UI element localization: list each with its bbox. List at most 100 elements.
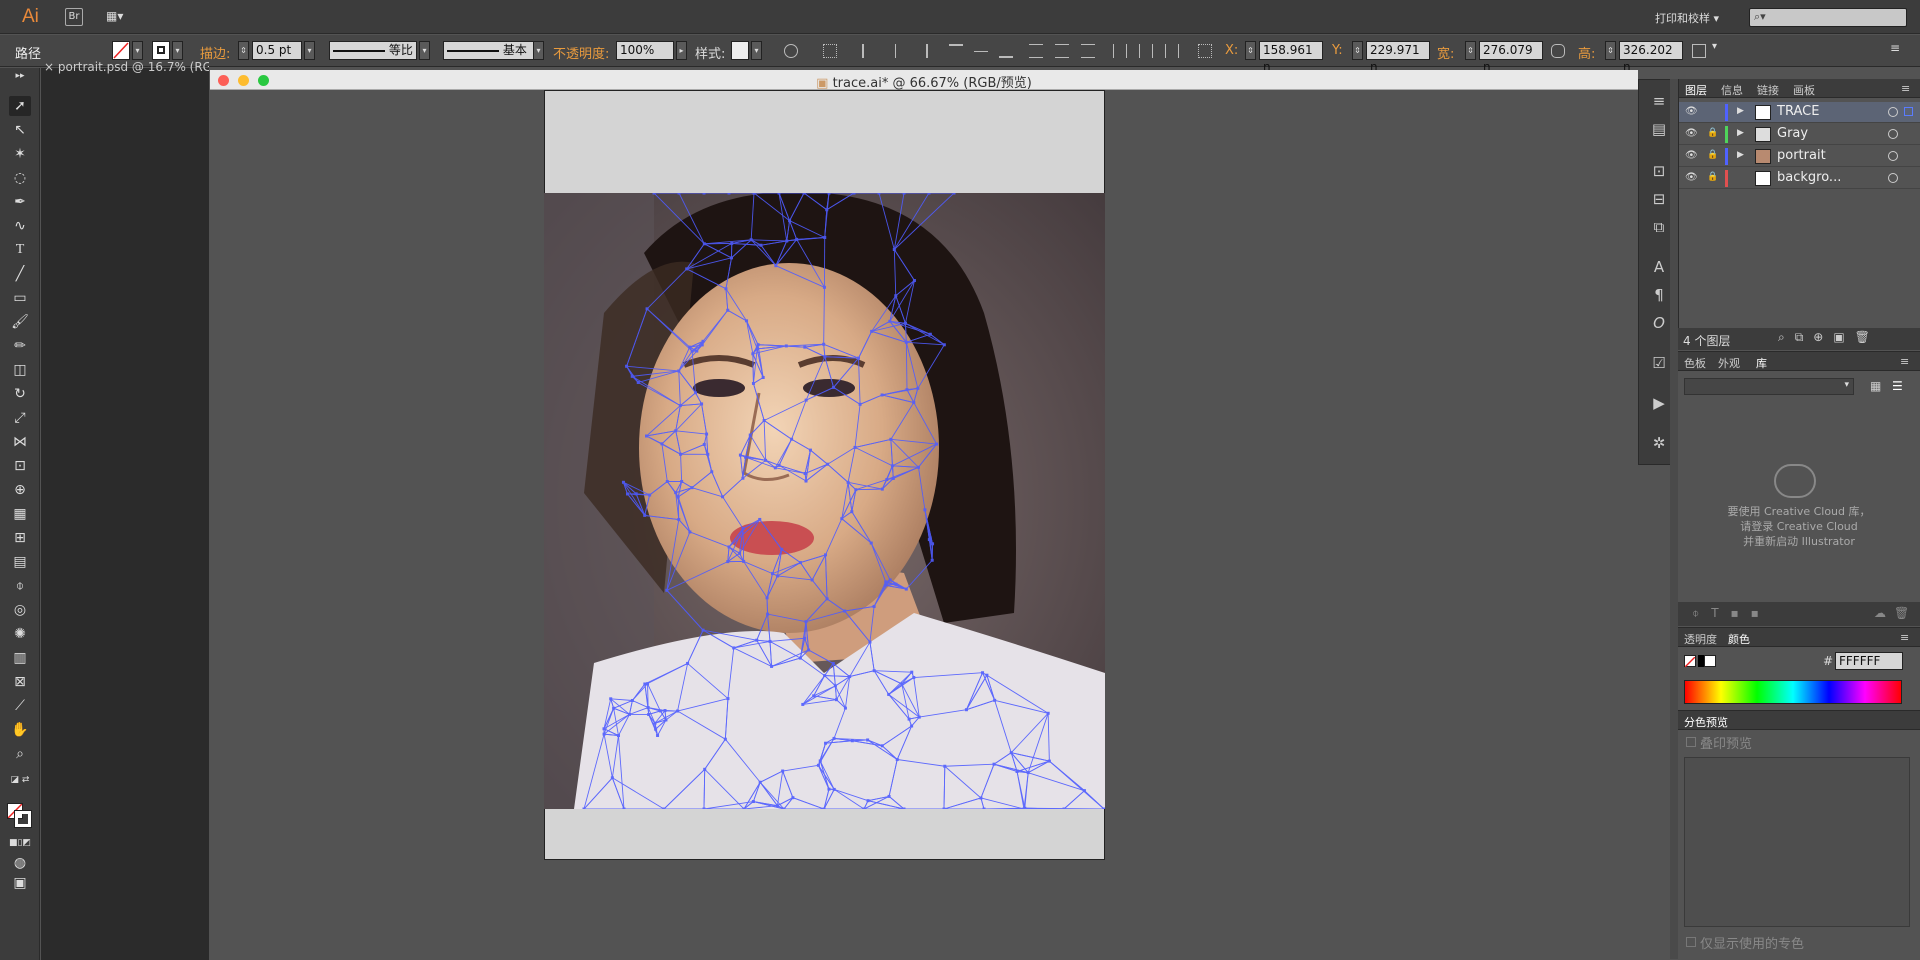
slice-tool-icon[interactable]: ⟋ <box>9 696 31 716</box>
gradient-panel-icon[interactable]: ▤ <box>1650 120 1668 138</box>
height-stepper[interactable]: ⇕ <box>1605 41 1616 60</box>
hex-input[interactable]: FFFFFF <box>1835 652 1903 670</box>
layer-actions-icons[interactable]: ⌕⧉⊕▣🗑 <box>1778 330 1880 345</box>
opacity-field[interactable]: 100% <box>616 41 674 60</box>
mesh-anchor-point[interactable] <box>702 442 706 446</box>
target-circle-icon[interactable] <box>1888 129 1898 139</box>
lasso-tool-icon[interactable]: ◌ <box>9 168 31 188</box>
paragraph-panel-icon[interactable]: ¶ <box>1650 286 1668 304</box>
expand-triangle-icon[interactable]: ▶ <box>1737 150 1744 160</box>
rectangle-tool-icon[interactable]: ▭ <box>9 288 31 308</box>
mesh-anchor-point[interactable] <box>952 193 956 195</box>
target-circle-icon[interactable] <box>1888 107 1898 117</box>
brush-definition[interactable]: 基本 <box>443 41 537 60</box>
panel-menu-icon[interactable]: ≡ <box>1900 631 1909 644</box>
eyedropper-tool-icon[interactable]: ⌽ <box>9 576 31 596</box>
pathfinder-panel-icon[interactable]: ⧉ <box>1650 218 1668 236</box>
mesh-anchor-point[interactable] <box>665 479 669 483</box>
white-swatch[interactable] <box>1704 655 1716 667</box>
spot-only-checkbox[interactable] <box>1686 937 1696 947</box>
blend-tool-icon[interactable]: ◎ <box>9 600 31 620</box>
mesh-anchor-point[interactable] <box>764 458 768 462</box>
mesh-anchor-point[interactable] <box>756 343 760 347</box>
x-stepper[interactable]: ⇕ <box>1245 41 1256 60</box>
mesh-anchor-point[interactable] <box>645 307 649 311</box>
layer-row-background[interactable]: 👁 🔒 backgro... <box>1679 168 1920 189</box>
mesh-anchor-point[interactable] <box>853 445 857 449</box>
tab-swatches[interactable]: 色板 <box>1684 355 1706 371</box>
document-info-panel-icon[interactable]: ☑ <box>1650 354 1668 372</box>
target-circle-icon[interactable] <box>1888 151 1898 161</box>
bridge-button[interactable]: Br <box>65 8 83 26</box>
mesh-anchor-point[interactable] <box>700 343 704 347</box>
arrange-documents-button[interactable]: ▦▾ <box>106 9 134 25</box>
selection-indicator[interactable] <box>1904 107 1913 116</box>
tab-separations-preview[interactable]: 分色预览 <box>1684 714 1728 730</box>
color-spectrum[interactable] <box>1684 680 1902 704</box>
distribute-top-icon[interactable] <box>1029 44 1043 58</box>
lock-icon[interactable]: 🔒 <box>1707 172 1718 182</box>
mesh-anchor-point[interactable] <box>831 662 835 666</box>
visibility-eye-icon[interactable]: 👁 <box>1685 106 1698 117</box>
stroke-stepper[interactable]: ⇕ <box>238 41 249 60</box>
mesh-anchor-point[interactable] <box>621 480 625 484</box>
mesh-anchor-point[interactable] <box>912 279 916 283</box>
tab-appearance[interactable]: 外观 <box>1718 355 1740 371</box>
panel-dock-scrollbar[interactable] <box>1670 79 1678 959</box>
portrait-image[interactable] <box>544 193 1105 809</box>
mesh-anchor-point[interactable] <box>721 495 725 499</box>
stroke-panel-icon[interactable]: ≡ <box>1650 92 1668 110</box>
mesh-anchor-point[interactable] <box>804 398 808 402</box>
default-colors-icon[interactable]: ◪ ⇄ <box>9 770 31 790</box>
mesh-anchor-point[interactable] <box>781 769 785 773</box>
layer-row-portrait[interactable]: 👁 🔒 ▶ portrait <box>1679 146 1920 167</box>
x-field[interactable]: 158.961 n <box>1259 41 1323 74</box>
mesh-anchor-point[interactable] <box>916 386 920 390</box>
transform-panel-icon[interactable]: ⊡ <box>1650 162 1668 180</box>
height-field[interactable]: 326.202 n <box>1619 41 1683 74</box>
align-bottom-icon[interactable] <box>999 44 1013 58</box>
mesh-anchor-point[interactable] <box>910 724 914 728</box>
panel-menu-icon[interactable]: ≡ <box>1900 355 1909 368</box>
tab-info[interactable]: 信息 <box>1721 82 1743 98</box>
distribute-bottom-icon[interactable] <box>1081 44 1095 58</box>
mesh-anchor-point[interactable] <box>771 572 775 576</box>
gradient-tool-icon[interactable]: ▤ <box>9 552 31 572</box>
tab-portrait[interactable]: × portrait.psd @ 16.7% (RG <box>44 60 209 74</box>
mesh-anchor-point[interactable] <box>676 709 680 713</box>
drawing-mode-icon[interactable]: ◍ <box>9 853 31 873</box>
recolor-icon[interactable] <box>784 44 798 58</box>
distribute-middle-icon[interactable] <box>1055 44 1069 58</box>
type-tool-icon[interactable]: T <box>9 240 31 260</box>
width-stepper[interactable]: ⇕ <box>1465 41 1476 60</box>
tab-layers[interactable]: 图层 <box>1685 82 1707 98</box>
eraser-tool-icon[interactable]: ◫ <box>9 360 31 380</box>
shape-builder-tool-icon[interactable]: ⊕ <box>9 480 31 500</box>
panel-menu-icon[interactable]: ≡ <box>1890 41 1900 55</box>
transform-options-icon[interactable] <box>1692 44 1706 58</box>
graphic-style-dropdown[interactable]: ▾ <box>751 41 762 60</box>
width-field[interactable]: 276.079 n <box>1479 41 1543 74</box>
stroke-dropdown[interactable]: ▾ <box>172 41 183 60</box>
mesh-anchor-point[interactable] <box>985 673 989 677</box>
mesh-anchor-point[interactable] <box>726 308 730 312</box>
mesh-anchor-point[interactable] <box>742 807 746 810</box>
height-label[interactable]: 高: <box>1578 43 1595 62</box>
curvature-tool-icon[interactable]: ∿ <box>9 216 31 236</box>
mesh-anchor-point[interactable] <box>609 697 613 701</box>
tab-color[interactable]: 颜色 <box>1728 631 1750 647</box>
close-icon[interactable]: × <box>44 60 58 74</box>
hand-tool-icon[interactable]: ✋ <box>9 720 31 740</box>
symbols-panel-icon[interactable]: ✲ <box>1650 434 1668 452</box>
stroke-weight-dropdown[interactable]: ▾ <box>304 41 315 60</box>
rotate-tool-icon[interactable]: ↻ <box>9 384 31 404</box>
collapse-panel-icon[interactable]: ▸▸ <box>9 66 31 86</box>
mesh-anchor-point[interactable] <box>665 588 669 592</box>
library-actions-icons[interactable]: ⌽T▪▪ <box>1692 606 1771 621</box>
transform-dropdown[interactable]: ▾ <box>1712 41 1717 52</box>
mesh-anchor-point[interactable] <box>758 517 762 521</box>
align-right-icon[interactable] <box>914 44 928 58</box>
y-label[interactable]: Y: <box>1332 43 1343 58</box>
mesh-anchor-point[interactable] <box>923 508 927 512</box>
mesh-anchor-point[interactable] <box>822 285 826 289</box>
